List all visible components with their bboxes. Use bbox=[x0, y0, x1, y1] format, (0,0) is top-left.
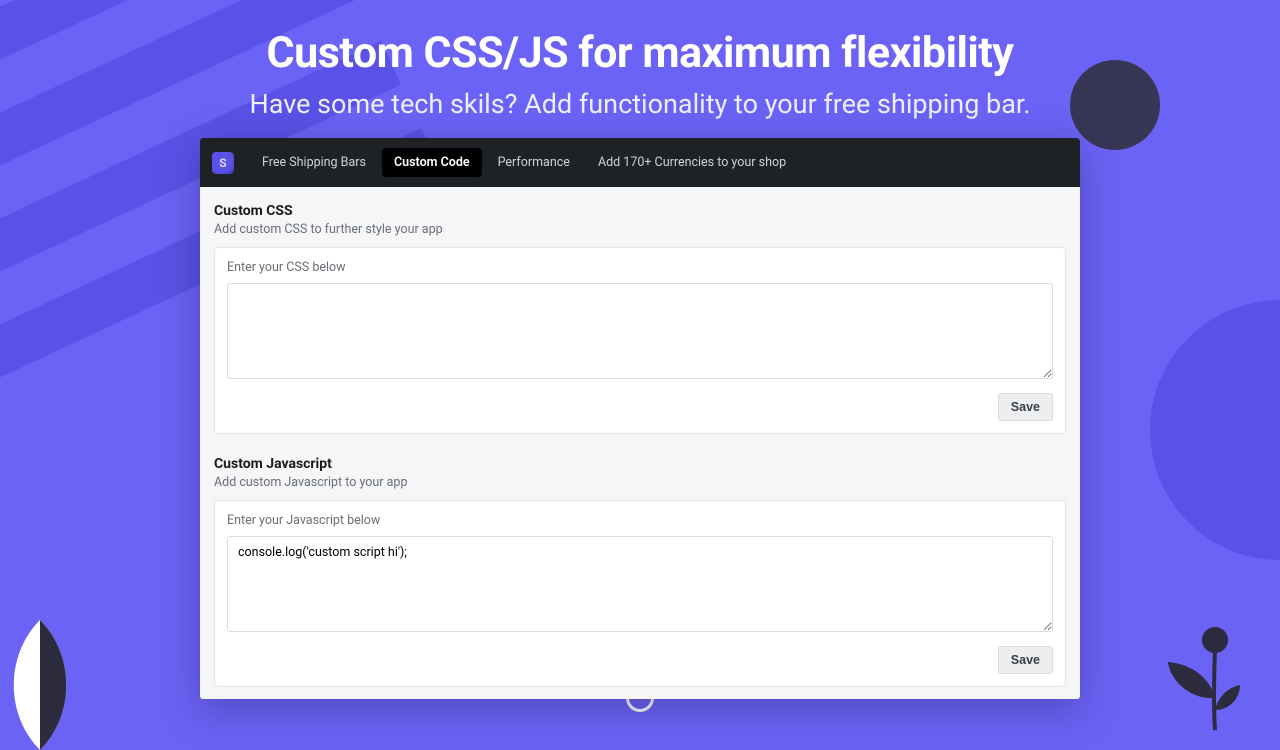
app-body: Custom CSS Add custom CSS to further sty… bbox=[200, 187, 1080, 699]
js-input[interactable] bbox=[227, 536, 1053, 632]
js-section-desc: Add custom Javascript to your app bbox=[214, 475, 1066, 490]
css-save-button[interactable]: Save bbox=[998, 393, 1053, 421]
css-panel: Enter your CSS below Save bbox=[214, 247, 1066, 434]
js-panel-label: Enter your Javascript below bbox=[227, 513, 1053, 528]
app-logo-icon: S bbox=[212, 152, 234, 174]
js-section-header: Custom Javascript Add custom Javascript … bbox=[214, 456, 1066, 490]
bg-plant-shape bbox=[1120, 610, 1240, 730]
nav-custom-code[interactable]: Custom Code bbox=[382, 148, 482, 177]
app-card: S Free Shipping Bars Custom Code Perform… bbox=[200, 138, 1080, 699]
css-section-desc: Add custom CSS to further style your app bbox=[214, 222, 1066, 237]
css-section-title: Custom CSS bbox=[214, 203, 1066, 219]
nav-add-currencies[interactable]: Add 170+ Currencies to your shop bbox=[586, 148, 798, 177]
nav-free-shipping-bars[interactable]: Free Shipping Bars bbox=[250, 148, 378, 177]
navbar: S Free Shipping Bars Custom Code Perform… bbox=[200, 138, 1080, 187]
js-section-title: Custom Javascript bbox=[214, 456, 1066, 472]
css-input[interactable] bbox=[227, 283, 1053, 379]
hero-title: Custom CSS/JS for maximum flexibility bbox=[0, 28, 1280, 78]
bg-circle-right bbox=[1150, 300, 1280, 560]
bg-leaf-shape bbox=[0, 620, 100, 750]
css-section-header: Custom CSS Add custom CSS to further sty… bbox=[214, 203, 1066, 237]
hero: Custom CSS/JS for maximum flexibility Ha… bbox=[0, 0, 1280, 120]
nav-performance[interactable]: Performance bbox=[486, 148, 582, 177]
hero-subtitle: Have some tech skils? Add functionality … bbox=[0, 88, 1280, 120]
css-panel-label: Enter your CSS below bbox=[227, 260, 1053, 275]
js-panel: Enter your Javascript below Save bbox=[214, 500, 1066, 687]
js-save-button[interactable]: Save bbox=[998, 646, 1053, 674]
